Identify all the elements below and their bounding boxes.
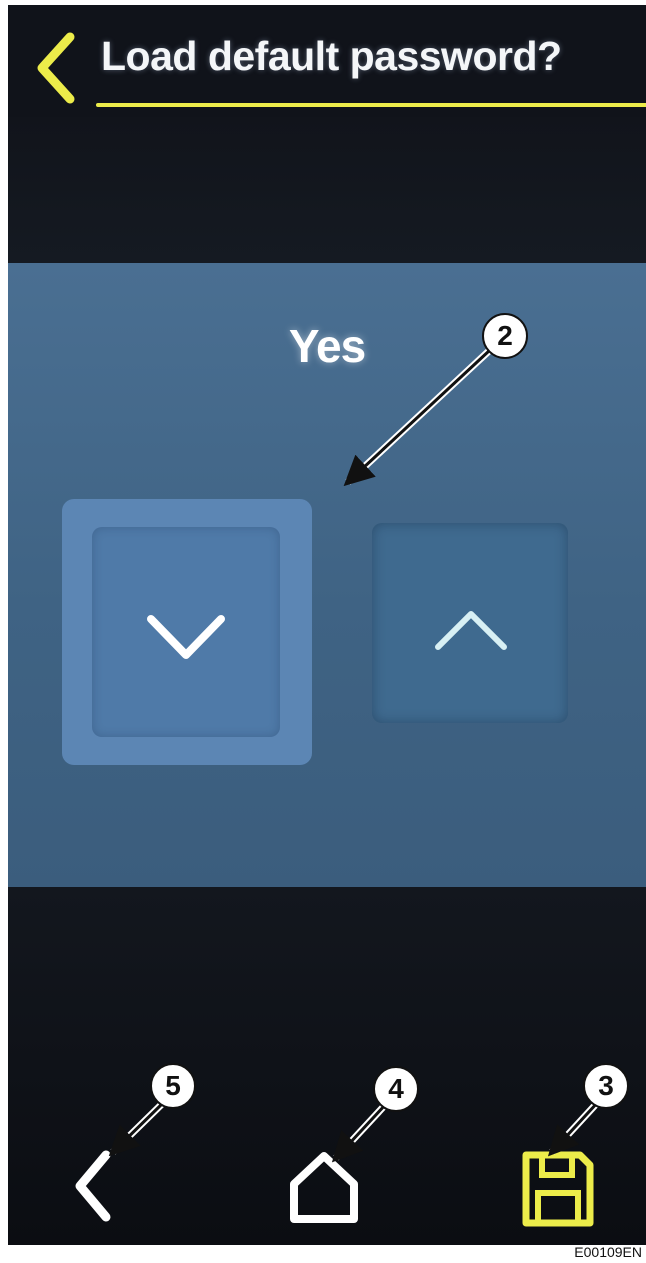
back-chevron-icon[interactable] bbox=[32, 29, 82, 107]
selected-value: Yes bbox=[288, 320, 366, 372]
callout-3: 3 bbox=[583, 1063, 629, 1109]
page-title: Load default password? bbox=[101, 33, 562, 79]
value-panel: Yes bbox=[8, 263, 646, 887]
chevron-down-icon bbox=[147, 615, 225, 659]
top-spacer bbox=[8, 117, 646, 263]
callout-4: 4 bbox=[373, 1066, 419, 1112]
callout-2: 2 bbox=[482, 313, 528, 359]
callout-5: 5 bbox=[150, 1063, 196, 1109]
nav-back-icon[interactable] bbox=[68, 1145, 122, 1227]
increase-button[interactable] bbox=[372, 523, 568, 723]
figure-code: E00109EN bbox=[574, 1244, 642, 1260]
device-screen: Load default password? Yes bbox=[8, 5, 646, 1245]
header-bar: Load default password? bbox=[8, 5, 646, 115]
title-underline bbox=[96, 103, 646, 107]
chevron-up-icon bbox=[435, 611, 507, 650]
home-icon[interactable] bbox=[288, 1149, 360, 1225]
decrease-button-face[interactable] bbox=[92, 527, 280, 737]
decrease-button[interactable] bbox=[62, 499, 312, 765]
save-icon[interactable] bbox=[518, 1147, 598, 1231]
bottom-area bbox=[8, 887, 646, 1245]
